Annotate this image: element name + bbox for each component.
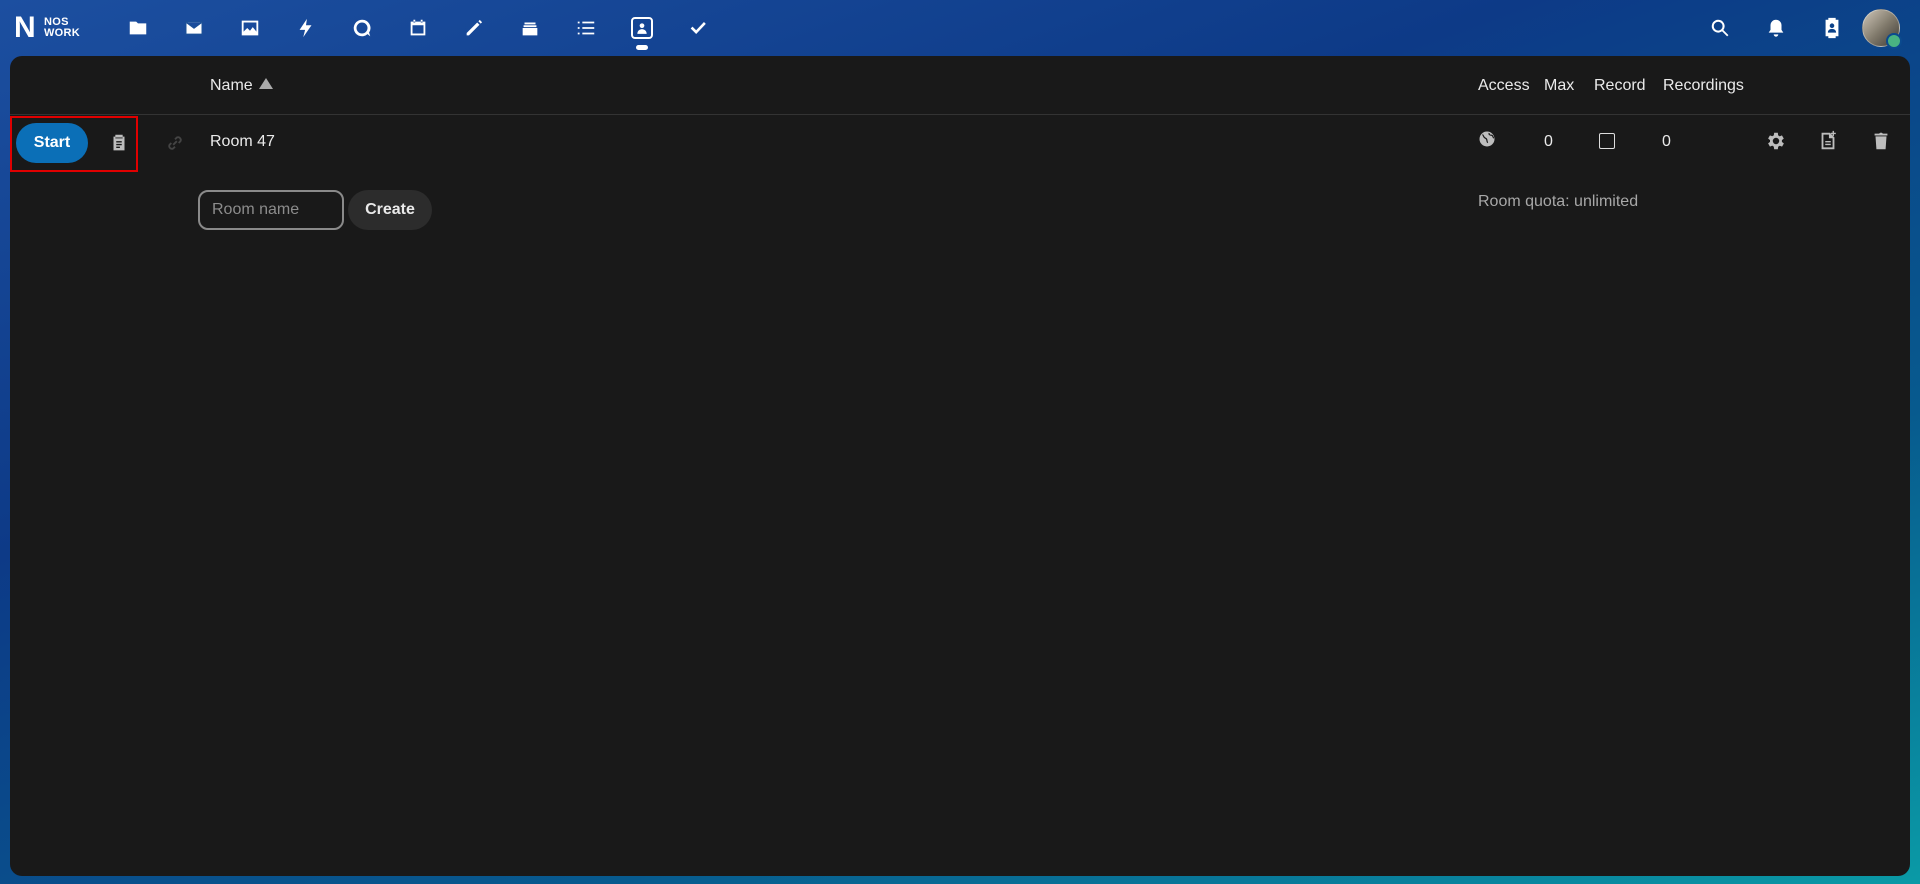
files-icon	[129, 21, 147, 35]
main-panel: Name Access Max Record Recordings Start …	[10, 56, 1910, 876]
logo-line2: WORK	[44, 27, 81, 39]
contacts-icon	[1825, 17, 1839, 39]
online-status-indicator	[1886, 33, 1902, 49]
record-checkbox[interactable]	[1599, 133, 1615, 149]
table-row: Start Room 47 0 0	[10, 115, 1910, 171]
recordings-count: 0	[1662, 133, 1671, 150]
app-checkmark[interactable]	[670, 0, 726, 56]
activity-icon	[299, 18, 312, 38]
app-photos[interactable]	[222, 0, 278, 56]
highlight-box	[10, 116, 138, 172]
header-right	[1692, 0, 1920, 56]
edit-room-button[interactable]	[1817, 130, 1839, 152]
column-access-header: Access	[1478, 77, 1530, 94]
column-name-label: Name	[210, 77, 253, 94]
mail-icon	[185, 20, 203, 36]
logo[interactable]: N NOS WORK	[14, 13, 89, 43]
contacts-button[interactable]	[1804, 0, 1860, 56]
column-recordings-header: Recordings	[1663, 77, 1744, 94]
max-participants-value: 0	[1544, 133, 1553, 150]
top-bar: N NOS WORK	[0, 0, 1920, 56]
delete-room-button[interactable]	[1870, 130, 1892, 152]
app-deck[interactable]	[502, 0, 558, 56]
app-notes[interactable]	[446, 0, 502, 56]
create-button[interactable]: Create	[348, 190, 432, 230]
logo-letter: N	[14, 11, 36, 44]
talk-icon	[353, 19, 371, 37]
trash-icon	[1874, 132, 1888, 150]
search-button[interactable]	[1692, 0, 1748, 56]
app-mail[interactable]	[166, 0, 222, 56]
app-talk[interactable]	[334, 0, 390, 56]
column-name-header[interactable]: Name	[210, 77, 273, 95]
link-icon[interactable]	[164, 132, 186, 154]
room-quota-text: Room quota: unlimited	[1478, 193, 1639, 210]
room-settings-button[interactable]	[1765, 130, 1787, 152]
column-record-header: Record	[1594, 77, 1646, 94]
app-bbb[interactable]	[614, 0, 670, 56]
sort-ascending-icon	[258, 78, 273, 89]
room-name[interactable]: Room 47	[210, 133, 275, 151]
tasks-icon	[577, 21, 595, 35]
app-activity[interactable]	[278, 0, 334, 56]
column-max-header: Max	[1544, 77, 1575, 94]
notes-icon	[466, 19, 483, 36]
bbb-icon	[631, 17, 653, 39]
app-tasks[interactable]	[558, 0, 614, 56]
avatar[interactable]	[1862, 9, 1902, 49]
app-files[interactable]	[110, 0, 166, 56]
photos-icon	[241, 20, 259, 36]
logo-text: NOS WORK	[44, 17, 80, 39]
app-menu	[110, 0, 726, 56]
active-app-indicator	[636, 45, 648, 50]
create-room-row: Create Room quota: unlimited	[10, 190, 1910, 234]
deck-icon	[522, 22, 538, 36]
document-edit-icon	[1821, 130, 1836, 150]
notifications-icon	[1768, 19, 1784, 37]
notifications-button[interactable]	[1748, 0, 1804, 56]
checkmark-icon	[690, 22, 706, 34]
room-name-input[interactable]	[198, 190, 344, 230]
search-icon	[1711, 19, 1729, 37]
table-header: Name Access Max Record Recordings	[10, 56, 1910, 115]
globe-icon[interactable]	[1478, 130, 1496, 148]
calendar-icon	[410, 19, 426, 36]
app-calendar[interactable]	[390, 0, 446, 56]
gear-icon	[1768, 132, 1784, 150]
